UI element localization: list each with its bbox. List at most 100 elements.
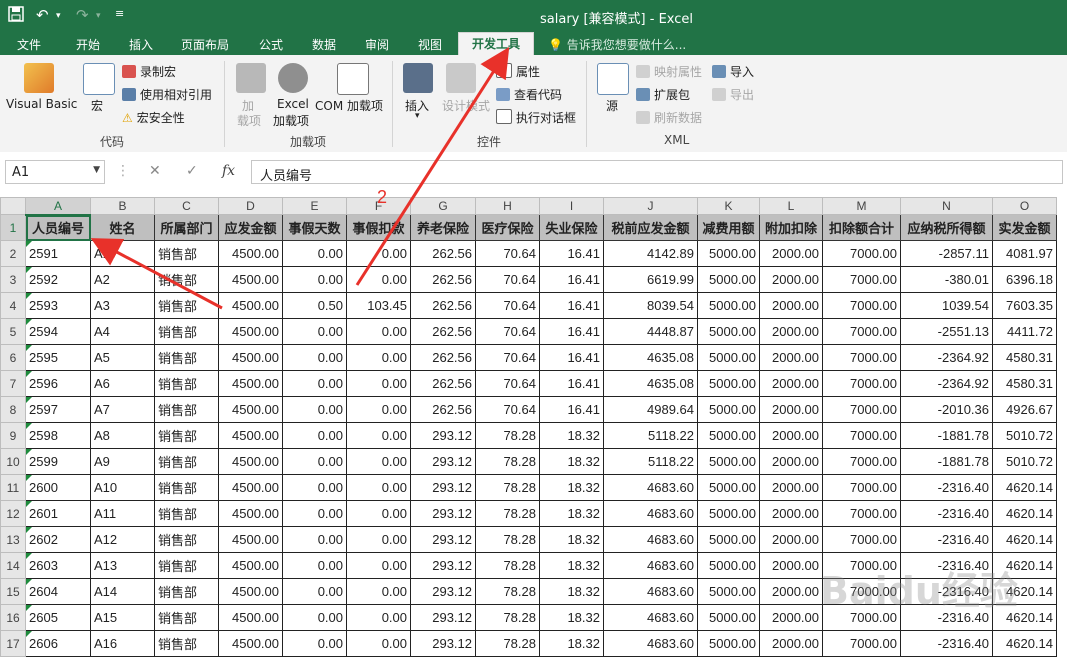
cancel-icon[interactable]: ✕ <box>149 163 161 179</box>
excel-addins-line1[interactable]: Excel <box>277 97 309 111</box>
data-cell[interactable]: 5010.72 <box>992 448 1057 475</box>
row-header[interactable]: 16 <box>0 604 26 631</box>
data-cell[interactable]: 4580.31 <box>992 370 1057 397</box>
data-cell[interactable]: 6396.18 <box>992 266 1057 293</box>
row-header[interactable]: 3 <box>0 266 26 293</box>
redo-icon[interactable]: ↷ <box>76 6 89 24</box>
data-cell[interactable]: 262.56 <box>410 266 476 293</box>
design-mode-button[interactable]: 设计模式 <box>442 97 490 114</box>
data-cell[interactable]: 6619.99 <box>603 266 698 293</box>
data-cell[interactable]: 0.00 <box>346 396 411 423</box>
data-cell[interactable]: 0.00 <box>346 422 411 449</box>
data-cell[interactable]: 8039.54 <box>603 292 698 319</box>
column-header[interactable]: C <box>154 197 219 215</box>
data-cell[interactable]: 销售部 <box>154 292 219 319</box>
data-cell[interactable]: 4635.08 <box>603 344 698 371</box>
row-header[interactable]: 4 <box>0 292 26 319</box>
column-header[interactable]: H <box>475 197 540 215</box>
data-cell[interactable]: 103.45 <box>346 292 411 319</box>
data-cell[interactable]: 293.12 <box>410 578 476 605</box>
data-cell[interactable]: 262.56 <box>410 396 476 423</box>
data-cell[interactable]: 2000.00 <box>759 604 823 631</box>
data-cell[interactable]: -2316.40 <box>900 526 993 553</box>
data-cell[interactable]: 293.12 <box>410 422 476 449</box>
redo-dropdown-icon[interactable]: ▾ <box>96 11 101 21</box>
data-cell[interactable]: 7000.00 <box>822 292 901 319</box>
data-cell[interactable]: 0.00 <box>346 344 411 371</box>
data-cell[interactable]: 销售部 <box>154 266 219 293</box>
data-cell[interactable]: 262.56 <box>410 370 476 397</box>
data-cell[interactable]: 4448.87 <box>603 318 698 345</box>
data-cell[interactable]: 5118.22 <box>603 422 698 449</box>
tab-insert[interactable]: 插入 <box>129 36 153 53</box>
data-cell[interactable]: A6 <box>90 370 155 397</box>
data-cell[interactable]: 2594 <box>25 318 91 345</box>
properties-button[interactable]: 属性 <box>496 63 540 80</box>
data-cell[interactable]: 293.12 <box>410 526 476 553</box>
data-cell[interactable]: 70.64 <box>475 266 540 293</box>
row-header[interactable]: 12 <box>0 500 26 527</box>
chevron-down-icon[interactable]: ▼ <box>93 165 100 175</box>
header-cell[interactable]: 医疗保险 <box>475 214 540 241</box>
data-cell[interactable]: 78.28 <box>475 630 540 657</box>
data-cell[interactable]: 0.50 <box>282 292 347 319</box>
relative-reference-button[interactable]: 使用相对引用 <box>122 86 212 103</box>
data-cell[interactable]: 0.00 <box>282 344 347 371</box>
column-header[interactable]: N <box>900 197 993 215</box>
data-cell[interactable]: 5000.00 <box>697 344 760 371</box>
data-cell[interactable]: 2000.00 <box>759 422 823 449</box>
data-cell[interactable]: 2603 <box>25 552 91 579</box>
excel-addins-line2[interactable]: 加载项 <box>273 112 309 129</box>
visual-basic-button[interactable]: Visual Basic <box>6 97 77 111</box>
import-button[interactable]: 导入 <box>712 63 754 80</box>
data-cell[interactable]: 78.28 <box>475 604 540 631</box>
header-cell[interactable]: 实发金额 <box>992 214 1057 241</box>
data-cell[interactable]: 销售部 <box>154 344 219 371</box>
column-header[interactable]: I <box>539 197 604 215</box>
data-cell[interactable]: 0.00 <box>282 552 347 579</box>
data-cell[interactable]: 0.00 <box>282 240 347 267</box>
data-cell[interactable]: 4683.60 <box>603 474 698 501</box>
data-cell[interactable]: 293.12 <box>410 500 476 527</box>
select-all-corner[interactable] <box>0 197 26 215</box>
data-cell[interactable]: 293.12 <box>410 474 476 501</box>
header-cell[interactable]: 失业保险 <box>539 214 604 241</box>
data-cell[interactable]: 2593 <box>25 292 91 319</box>
data-cell[interactable]: -2364.92 <box>900 370 993 397</box>
data-cell[interactable]: 5000.00 <box>697 422 760 449</box>
data-cell[interactable]: 0.00 <box>282 266 347 293</box>
data-cell[interactable]: 4500.00 <box>218 422 283 449</box>
data-cell[interactable]: -2857.11 <box>900 240 993 267</box>
data-cell[interactable]: 16.41 <box>539 266 604 293</box>
column-header[interactable]: O <box>992 197 1057 215</box>
data-cell[interactable]: 70.64 <box>475 344 540 371</box>
data-cell[interactable]: 7000.00 <box>822 630 901 657</box>
data-cell[interactable]: A8 <box>90 422 155 449</box>
tab-view[interactable]: 视图 <box>418 36 442 53</box>
xml-source-button[interactable]: 源 <box>606 97 618 114</box>
insert-dropdown-icon[interactable]: ▾ <box>415 111 420 121</box>
data-cell[interactable]: 销售部 <box>154 370 219 397</box>
header-cell[interactable]: 所属部门 <box>154 214 219 241</box>
data-cell[interactable]: 293.12 <box>410 604 476 631</box>
data-cell[interactable]: 2604 <box>25 578 91 605</box>
header-cell[interactable]: 税前应发金额 <box>603 214 698 241</box>
data-cell[interactable]: 7000.00 <box>822 266 901 293</box>
data-cell[interactable]: 262.56 <box>410 292 476 319</box>
view-code-button[interactable]: 查看代码 <box>496 86 562 103</box>
data-cell[interactable]: 7000.00 <box>822 396 901 423</box>
data-cell[interactable]: 293.12 <box>410 448 476 475</box>
undo-icon[interactable]: ↶ <box>36 6 49 24</box>
data-cell[interactable]: -1881.78 <box>900 448 993 475</box>
data-cell[interactable]: 0.00 <box>346 526 411 553</box>
data-cell[interactable]: 5000.00 <box>697 266 760 293</box>
data-cell[interactable]: 0.00 <box>282 630 347 657</box>
header-cell[interactable]: 应纳税所得额 <box>900 214 993 241</box>
data-cell[interactable]: 2000.00 <box>759 240 823 267</box>
data-cell[interactable]: 0.00 <box>346 318 411 345</box>
data-cell[interactable]: 4683.60 <box>603 500 698 527</box>
data-cell[interactable]: 4683.60 <box>603 604 698 631</box>
data-cell[interactable]: A9 <box>90 448 155 475</box>
data-cell[interactable]: 16.41 <box>539 292 604 319</box>
data-cell[interactable]: 5000.00 <box>697 500 760 527</box>
